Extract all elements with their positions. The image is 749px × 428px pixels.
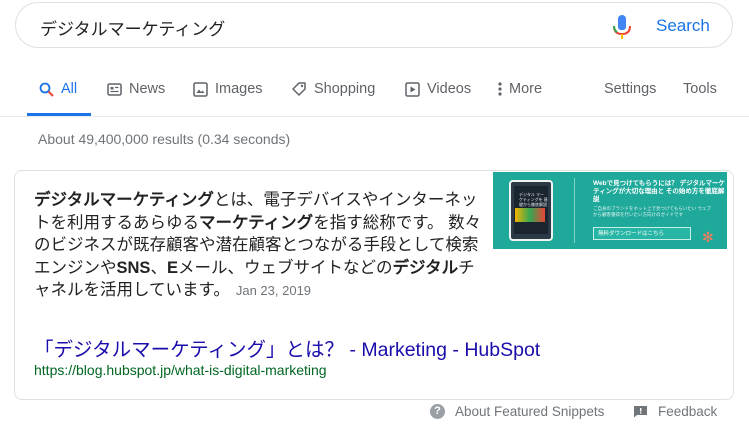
tab-label: More bbox=[509, 81, 543, 97]
tab-all[interactable]: All bbox=[38, 81, 77, 97]
about-label: About Featured Snippets bbox=[455, 404, 605, 419]
play-icon bbox=[404, 81, 420, 97]
settings-link[interactable]: Settings bbox=[604, 81, 656, 97]
about-featured-snippets-link[interactable]: ? About Featured Snippets bbox=[430, 404, 604, 419]
tab-label: All bbox=[61, 81, 78, 97]
active-tab-indicator bbox=[27, 113, 91, 116]
more-vert-icon bbox=[497, 81, 503, 97]
hubspot-logo-icon: ✻ bbox=[702, 229, 714, 245]
tab-videos[interactable]: Videos bbox=[404, 81, 471, 97]
tab-news[interactable]: News bbox=[106, 81, 165, 97]
feedback-label: Feedback bbox=[658, 404, 718, 419]
result-title-link[interactable]: 「デジタルマーケティング」とは？ - Marketing - HubSpot bbox=[34, 333, 540, 362]
snippet-highlight: マーケティング bbox=[199, 213, 314, 232]
snippet-segment: 、 bbox=[150, 258, 167, 277]
image-headline: Webで見つけてもらうには？ デジタルマーケティングが大切な理由と その始め方を… bbox=[593, 180, 725, 203]
snippet-text: デジタルマーケティングとは、電子デバイスやインターネットを利用するあらゆるマーケ… bbox=[34, 189, 484, 303]
tab-label: News bbox=[129, 81, 166, 97]
snippet-highlight: SNS bbox=[116, 258, 151, 277]
phone-text: デジタル マーケティングを 基礎から徹底解説 bbox=[519, 192, 548, 207]
help-icon: ? bbox=[430, 404, 445, 419]
snippet-date: Jan 23, 2019 bbox=[235, 283, 312, 298]
snippet-highlight: デジタル bbox=[392, 258, 459, 277]
tab-label: Images bbox=[215, 81, 263, 97]
search-box[interactable]: デジタルマーケティング Search bbox=[15, 2, 733, 48]
tools-label: Tools bbox=[683, 81, 717, 97]
image-divider bbox=[574, 178, 575, 243]
snippet-segment: メール、ウェブサイトなどの bbox=[177, 258, 393, 277]
tab-shopping[interactable]: Shopping bbox=[291, 81, 375, 97]
tag-icon bbox=[291, 81, 307, 97]
result-stats: About 49,400,000 results (0.34 seconds) bbox=[38, 131, 291, 147]
feedback-icon bbox=[634, 406, 647, 418]
tab-images[interactable]: Images bbox=[192, 81, 263, 97]
tab-more[interactable]: More bbox=[497, 81, 542, 97]
search-button[interactable]: Search bbox=[656, 16, 710, 36]
search-tabs: All News Images Shopping Videos More Set… bbox=[0, 70, 749, 117]
settings-label: Settings bbox=[604, 81, 657, 97]
result-url[interactable]: https://blog.hubspot.jp/what-is-digital-… bbox=[34, 362, 327, 378]
featured-snippet-card: デジタルマーケティングとは、電子デバイスやインターネットを利用するあらゆるマーケ… bbox=[14, 170, 734, 400]
tools-link[interactable]: Tools bbox=[683, 81, 717, 97]
featured-image[interactable]: デジタル マーケティングを 基礎から徹底解説 Webで見つけてもらうには？ デジ… bbox=[493, 172, 727, 249]
image-download-button: 無料ダウンロードはこちら bbox=[593, 227, 691, 240]
snippet-highlight: デジタルマーケティング bbox=[34, 191, 214, 209]
snippet-highlight: E bbox=[166, 258, 178, 277]
cubes-illustration bbox=[515, 208, 545, 222]
microphone-icon[interactable] bbox=[611, 14, 633, 40]
tab-label: Shopping bbox=[314, 81, 376, 97]
image-icon bbox=[192, 81, 208, 97]
news-icon bbox=[106, 81, 122, 97]
image-body: ご自身のブランドをネット上で見つけてもらいたい ウェブから顧客獲得を行いたい方向… bbox=[593, 206, 712, 217]
search-icon bbox=[38, 81, 54, 97]
tab-label: Videos bbox=[427, 81, 472, 97]
feedback-link[interactable]: Feedback bbox=[633, 404, 717, 419]
search-input[interactable]: デジタルマーケティング bbox=[40, 15, 225, 40]
